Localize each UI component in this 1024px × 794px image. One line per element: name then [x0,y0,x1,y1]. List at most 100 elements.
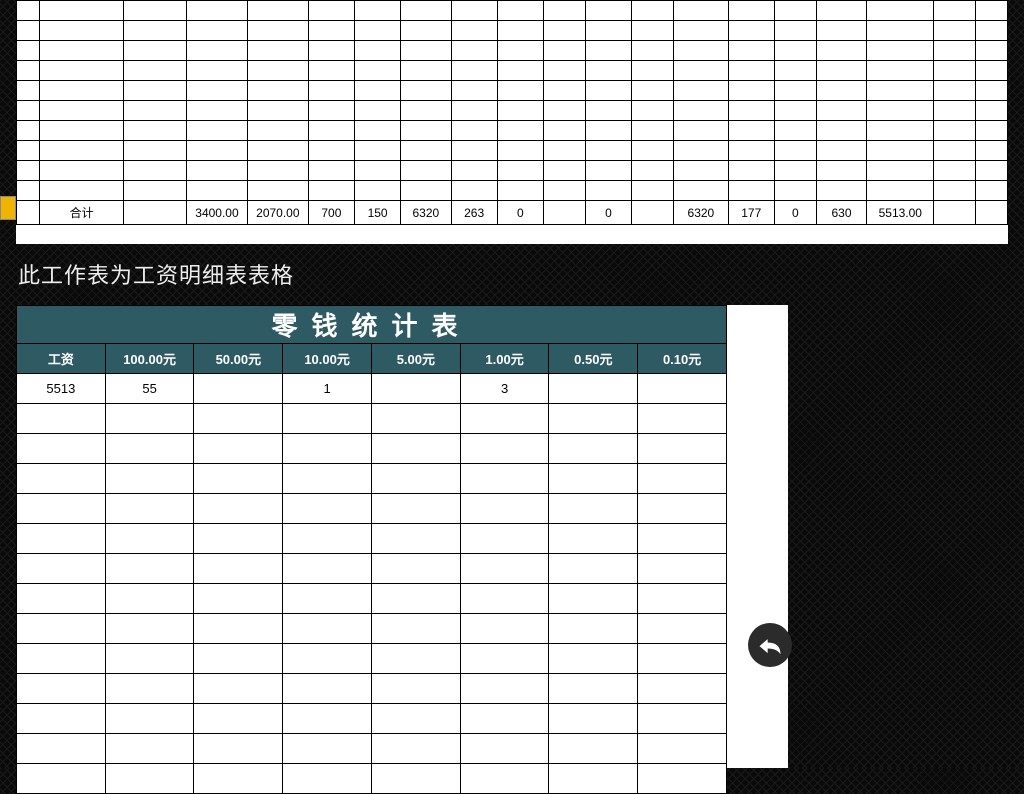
cell[interactable] [451,21,497,41]
cell[interactable] [187,81,248,101]
cell[interactable] [105,524,194,554]
cell[interactable] [460,584,549,614]
cell[interactable] [354,61,400,81]
cell[interactable] [105,764,194,794]
cell[interactable] [497,61,543,81]
cell[interactable] [976,101,1008,121]
cell[interactable] [40,41,124,61]
cell[interactable] [105,674,194,704]
cell[interactable] [105,584,194,614]
cell[interactable] [371,374,460,404]
cell[interactable] [354,1,400,21]
cell[interactable] [460,554,549,584]
cell[interactable] [549,524,638,554]
cell[interactable] [17,121,40,141]
cell[interactable] [354,41,400,61]
cell[interactable] [17,704,106,734]
cell[interactable] [816,141,866,161]
cell[interactable] [194,524,283,554]
cell[interactable] [354,101,400,121]
cell[interactable] [308,121,354,141]
cell[interactable] [371,404,460,434]
cell[interactable] [674,41,729,61]
cell[interactable] [460,764,549,794]
cell[interactable] [774,141,816,161]
cell[interactable] [934,101,976,121]
cell[interactable] [40,181,124,201]
cell[interactable] [585,81,631,101]
cell[interactable] [549,644,638,674]
cell[interactable] [308,61,354,81]
cell[interactable] [728,21,774,41]
cell[interactable] [632,101,674,121]
cell[interactable] [283,704,372,734]
cell[interactable] [549,734,638,764]
cell[interactable] [934,41,976,61]
cell[interactable] [816,121,866,141]
cell[interactable] [194,464,283,494]
cell[interactable] [371,614,460,644]
cell[interactable] [17,101,40,121]
cell[interactable] [638,704,727,734]
cell[interactable] [354,161,400,181]
cell[interactable] [774,61,816,81]
cell[interactable] [632,61,674,81]
cell[interactable] [105,434,194,464]
cell[interactable] [543,1,585,21]
cell[interactable] [460,404,549,434]
cell[interactable] [401,181,451,201]
cell[interactable] [105,494,194,524]
cell[interactable] [187,161,248,181]
cell[interactable] [674,21,729,41]
cell[interactable] [194,644,283,674]
cell[interactable] [728,61,774,81]
cell[interactable] [401,61,451,81]
cell[interactable] [194,584,283,614]
cell[interactable] [543,121,585,141]
cell[interactable] [283,554,372,584]
cell[interactable] [638,524,727,554]
cell[interactable] [371,764,460,794]
cell[interactable] [17,734,106,764]
cell[interactable] [17,644,106,674]
cell[interactable] [283,524,372,554]
cell[interactable] [774,101,816,121]
cell[interactable] [194,764,283,794]
cell[interactable] [187,101,248,121]
cell[interactable] [247,141,308,161]
cell[interactable] [632,21,674,41]
cell[interactable] [401,141,451,161]
cell[interactable] [728,141,774,161]
cell[interactable] [632,121,674,141]
cell[interactable] [934,181,976,201]
cell[interactable] [283,644,372,674]
cell[interactable] [638,584,727,614]
cell[interactable] [497,1,543,21]
cell[interactable] [543,41,585,61]
cell[interactable] [40,141,124,161]
cell[interactable] [460,674,549,704]
cell[interactable] [283,734,372,764]
cell[interactable] [247,161,308,181]
cell[interactable] [460,614,549,644]
cell[interactable] [17,81,40,101]
cell[interactable] [816,1,866,21]
cell[interactable] [105,404,194,434]
cell[interactable] [549,674,638,704]
cell[interactable] [549,584,638,614]
cell[interactable] [187,41,248,61]
cell[interactable] [638,464,727,494]
cell[interactable] [674,181,729,201]
cell[interactable] [549,464,638,494]
cell[interactable] [543,21,585,41]
cell[interactable] [497,141,543,161]
cell[interactable] [867,101,934,121]
cell[interactable] [105,704,194,734]
cell[interactable] [187,181,248,201]
cell[interactable] [247,81,308,101]
cell[interactable] [17,21,40,41]
cell[interactable] [867,141,934,161]
cell[interactable]: 5513 [17,374,106,404]
cell[interactable] [460,704,549,734]
cell[interactable] [308,181,354,201]
